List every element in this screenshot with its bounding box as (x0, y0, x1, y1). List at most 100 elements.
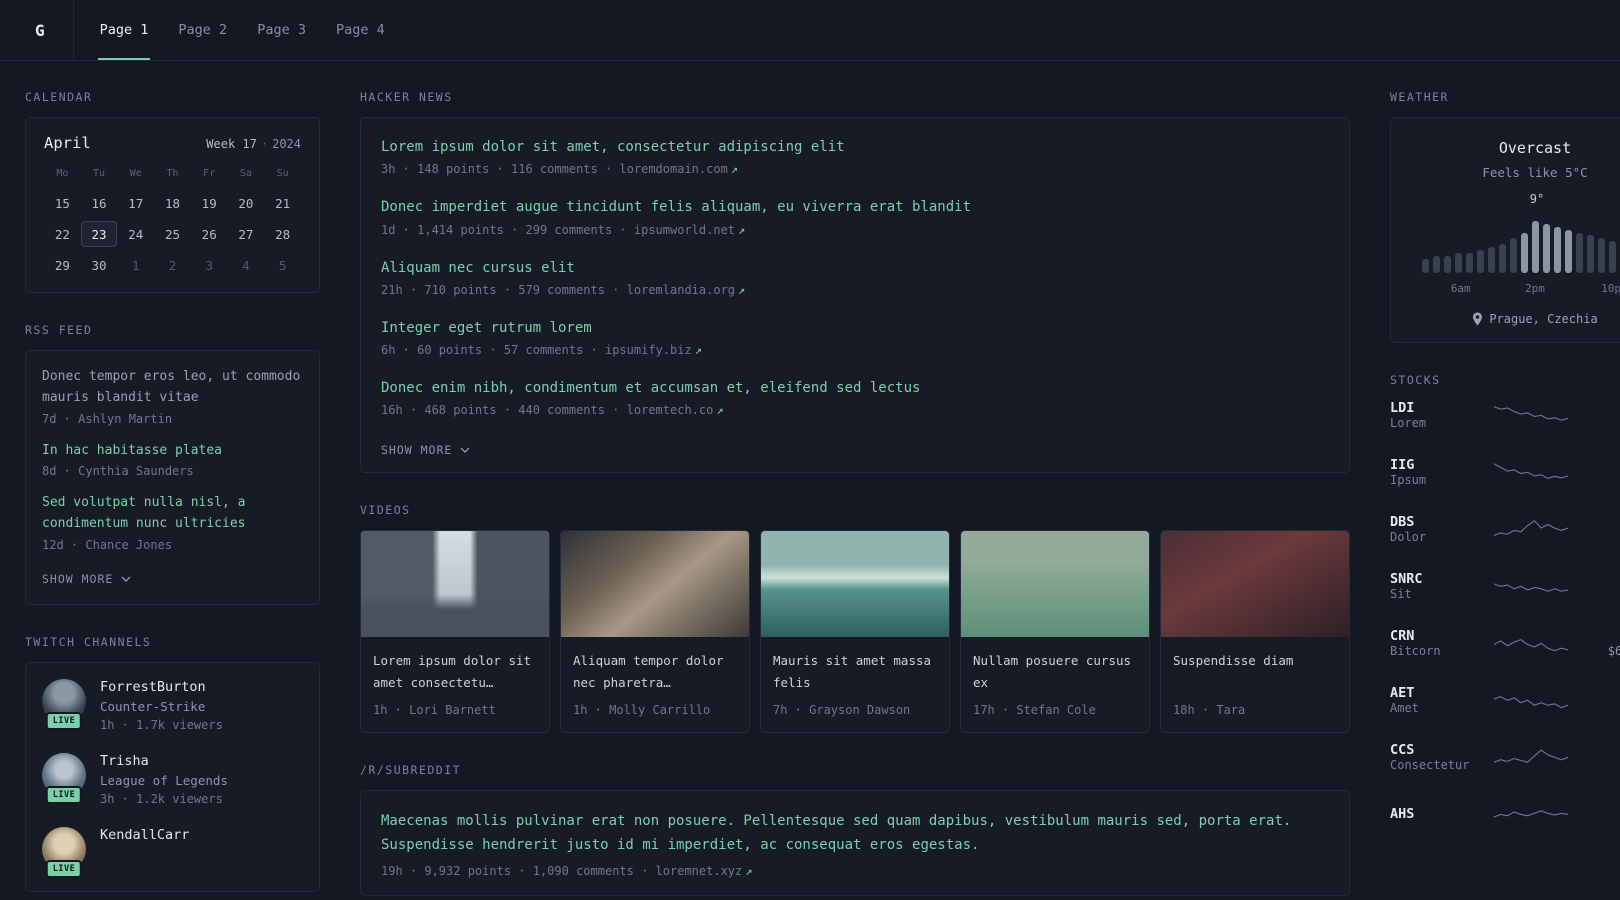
subreddit-widget: /R/SUBREDDIT Maecenas mollis pulvinar er… (360, 763, 1350, 896)
rss-item-link[interactable]: Donec tempor eros leo, ut commodo mauris… (42, 367, 303, 409)
video-title: Lorem ipsum dolor sit amet consectetu… (373, 653, 532, 690)
hn-item-link[interactable]: Aliquam nec cursus elit (381, 258, 1329, 278)
section-header-calendar: CALENDAR (25, 90, 93, 104)
video-card[interactable]: Aliquam tempor dolor nec pharetra… 1h · … (560, 530, 750, 734)
rss-item-link[interactable]: In hac habitasse platea (42, 441, 303, 462)
channel-name-link[interactable]: KendallCarr (100, 827, 189, 843)
weather-bar (1421, 259, 1429, 273)
weather-location-label: Prague, Czechia (1489, 312, 1598, 326)
calendar-day: 1 (132, 258, 140, 273)
stock-id: IIG Ipsum (1390, 457, 1474, 488)
rss-item-link[interactable]: Sed volutpat nulla nisl, a condimentum n… (42, 493, 303, 535)
channel-category: League of Legends (100, 772, 228, 788)
stock-values: +2.84% $42.04 (1588, 458, 1620, 488)
stock-sparkline (1474, 572, 1588, 602)
video-body: Suspendisse diam 18h · Tara (1161, 637, 1349, 732)
stock-row[interactable]: CRN Bitcorn -1.00% $66,171.48 (1390, 628, 1620, 659)
hn-item-meta: 6h · 60 points · 57 comments · ipsumify.… (381, 343, 1329, 357)
stock-name: Amet (1390, 701, 1419, 715)
hn-item: Donec enim nibh, condimentum et accumsan… (381, 378, 1329, 417)
hackernews-widget: HACKER NEWS Lorem ipsum dolor sit amet, … (360, 90, 1350, 474)
weather-feels-like: Feels like 5°C (1482, 165, 1588, 180)
video-thumbnail (361, 531, 549, 638)
avatar: LIVE (42, 752, 86, 804)
twitch-card: LIVE ForrestBurton Counter-Strike 1h · 1… (25, 661, 320, 892)
stock-row[interactable]: CCS Consectetur +0.51% $165.84 (1390, 742, 1620, 773)
stock-row[interactable]: AHS +0.46% (1390, 799, 1620, 829)
calendar-day: 30 (91, 258, 107, 273)
calendar-header-row: April Week 17 · 2024 (44, 134, 301, 152)
hn-item-link[interactable]: Donec imperdiet augue tincidunt felis al… (381, 197, 1329, 217)
weather-bar (1443, 256, 1451, 273)
section-header-subreddit: /R/SUBREDDIT (360, 763, 462, 778)
video-title: Suspendisse diam (1173, 653, 1294, 669)
hn-item-domain-link[interactable]: ipsumworld.net (634, 223, 735, 237)
live-badge: LIVE (45, 785, 83, 804)
dashboard: CALENDAR April Week 17 · 2024 Mo Tu We Th Fr Sa… (0, 61, 1620, 896)
stock-name: Lorem (1390, 416, 1427, 430)
tab-page-1[interactable]: Page 1 (97, 0, 151, 60)
video-body: Lorem ipsum dolor sit amet consectetu… 1… (361, 637, 549, 732)
stock-row[interactable]: DBS Dolor +1.42% $156.28 (1390, 514, 1620, 545)
channel-name-link[interactable]: ForrestBurton (100, 679, 223, 695)
video-card[interactable]: Mauris sit amet massa felis 7h · Grayson… (760, 530, 950, 734)
weather-bar (1465, 253, 1473, 273)
calendar-week-label: Week 17 (206, 137, 257, 151)
stock-values: -1.00% $66,171.48 (1588, 629, 1620, 659)
nav-tabs: Page 1 Page 2 Page 3 Page 4 (97, 0, 387, 60)
hn-item-stats: 1d · 1,414 points · 299 comments · (381, 222, 627, 237)
rss-item-meta: 12d · Chance Jones (42, 537, 173, 552)
weather-bar (1608, 241, 1616, 273)
twitch-channel[interactable]: LIVE ForrestBurton Counter-Strike 1h · 1… (42, 678, 303, 732)
stock-row[interactable]: IIG Ipsum +2.84% $42.04 (1390, 457, 1620, 488)
calendar-day: 25 (164, 227, 181, 242)
weather-bar (1498, 244, 1506, 273)
tab-page-2[interactable]: Page 2 (176, 0, 229, 60)
hackernews-card: Lorem ipsum dolor sit amet, consectetur … (360, 117, 1350, 474)
twitch-widget: TWITCH CHANNELS LIVE ForrestBurton Count… (25, 635, 320, 892)
external-link-icon: ↗ (745, 863, 753, 878)
video-card[interactable]: Lorem ipsum dolor sit amet consectetu… 1… (360, 530, 550, 734)
stock-row[interactable]: AET Amet +0.92% $499.72 (1390, 685, 1620, 716)
app-logo[interactable]: G (25, 0, 74, 60)
hn-item-domain-link[interactable]: ipsumify.biz (605, 343, 692, 357)
stocks-widget: STOCKS LDI Lorem +4.35% $795.18 IIG (1390, 373, 1620, 829)
stock-values: +1.36% $148.64 (1588, 572, 1620, 602)
twitch-channel[interactable]: LIVE Trisha League of Legends 3h · 1.2k … (42, 752, 303, 806)
stock-values: +1.42% $156.28 (1588, 515, 1620, 545)
hn-item-link[interactable]: Integer eget rutrum lorem (381, 318, 1329, 338)
hn-item-link[interactable]: Donec enim nibh, condimentum et accumsan… (381, 378, 1329, 398)
hn-item-domain-link[interactable]: loremdomain.com (619, 162, 727, 176)
weather-peak-temp: 9° (1529, 192, 1545, 206)
stock-row[interactable]: LDI Lorem +4.35% $795.18 (1390, 400, 1620, 431)
hn-item-link[interactable]: Lorem ipsum dolor sit amet, consectetur … (381, 137, 1329, 157)
calendar-day-of-week: Su (276, 168, 289, 179)
video-thumbnail (1161, 531, 1349, 638)
subreddit-post-link[interactable]: Maecenas mollis pulvinar erat non posuer… (381, 810, 1329, 856)
calendar-day: 17 (128, 196, 144, 211)
calendar-week-year: Week 17 · 2024 (206, 137, 301, 151)
video-card[interactable]: Suspendisse diam 18h · Tara (1160, 530, 1350, 734)
hn-item-stats: 6h · 60 points · 57 comments · (381, 343, 598, 358)
stock-id: CCS Consectetur (1390, 742, 1474, 773)
hn-item-domain-link[interactable]: loremtech.co (627, 403, 714, 417)
rss-show-more-button[interactable]: SHOW MORE (42, 570, 131, 588)
hn-item-domain-link[interactable]: loremlandia.org (627, 283, 735, 297)
calendar-day: 24 (128, 227, 144, 242)
chevron-down-icon (121, 576, 131, 582)
stock-change: +1.42% (1588, 515, 1620, 530)
video-body: Nullam posuere cursus ex 17h · Stefan Co… (961, 637, 1149, 732)
video-card[interactable]: Nullam posuere cursus ex 17h · Stefan Co… (960, 530, 1150, 734)
channel-name-link[interactable]: Trisha (100, 753, 228, 769)
tab-page-3[interactable]: Page 3 (255, 0, 308, 60)
calendar-day: 21 (275, 196, 291, 211)
stock-id: AET Amet (1390, 685, 1474, 716)
twitch-channel[interactable]: LIVE KendallCarr (42, 826, 303, 878)
tab-page-4[interactable]: Page 4 (334, 0, 387, 60)
show-more-label: SHOW MORE (381, 443, 453, 458)
stock-row[interactable]: SNRC Sit +1.36% $148.64 (1390, 571, 1620, 602)
section-header-videos: VIDEOS (360, 503, 411, 518)
subreddit-domain-link[interactable]: loremnet.xyz (656, 864, 743, 878)
stock-ticker: AET (1390, 685, 1415, 701)
hn-show-more-button[interactable]: SHOW MORE (381, 441, 470, 459)
